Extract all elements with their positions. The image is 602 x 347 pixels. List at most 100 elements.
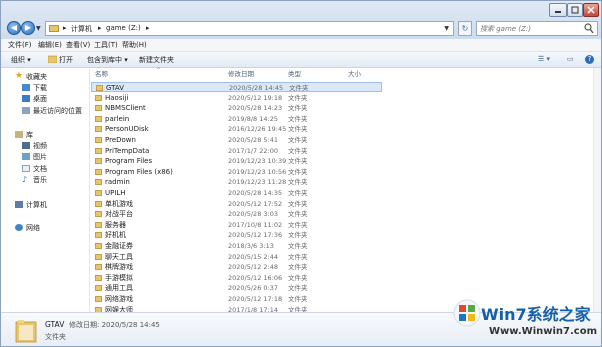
refresh-button[interactable]: ↻ [458, 21, 472, 36]
breadcrumb-computer[interactable]: 计算机 [71, 24, 92, 34]
refresh-icon: ↻ [461, 24, 469, 33]
column-header-size[interactable]: 大小 [348, 68, 361, 79]
file-row[interactable]: 单机游戏 2020/5/12 17:52 文件夹 [91, 199, 382, 209]
recent-places-icon [22, 107, 30, 114]
minimize-button[interactable] [549, 3, 567, 17]
file-date: 2019/12/23 10:56 [228, 167, 287, 176]
breadcrumb-separator[interactable]: ▸ [98, 24, 102, 32]
column-header-type[interactable]: 类型 [288, 68, 301, 79]
file-date: 2020/5/12 19:18 [228, 93, 283, 102]
file-row[interactable]: NBMSClient 2020/5/28 14:23 文件夹 [91, 103, 382, 113]
file-row[interactable]: 通用工具 2020/5/26 0:37 文件夹 [91, 283, 382, 293]
file-row[interactable]: PreDown 2020/5/28 5:41 文件夹 [91, 135, 382, 145]
star-icon: ★ [15, 71, 24, 81]
library-icon [15, 131, 23, 138]
file-row[interactable]: Program Files (x86) 2019/12/23 10:56 文件夹 [91, 167, 382, 177]
include-in-library-button[interactable]: 包含到库中 ▾ [87, 55, 128, 65]
file-row[interactable]: 好机机 2020/5/12 17:36 文件夹 [91, 230, 382, 240]
file-row[interactable]: 服务器 2017/10/8 11:02 文件夹 [91, 220, 382, 230]
file-type: 文件夹 [288, 210, 308, 219]
menu-view[interactable]: 查看(V) [66, 40, 90, 50]
file-name: 金融证券 [105, 242, 133, 250]
file-date: 2020/5/12 16:06 [228, 273, 283, 282]
folder-icon [95, 179, 102, 186]
file-row[interactable]: UPILH 2020/5/28 14:35 文件夹 [91, 188, 382, 198]
recent-pages-dropdown[interactable]: ▼ [36, 25, 41, 32]
explorer-window: ◀ ▶ ▼ ▸ 计算机 ▸ game (Z:) ▸ ▼ ↻ 文件(F) 编辑(E… [0, 0, 602, 347]
preview-pane-icon[interactable]: ▭ [567, 55, 574, 63]
file-date: 2020/5/28 14:23 [228, 104, 283, 113]
file-row[interactable]: 聊天工具 2020/5/15 2:44 文件夹 [91, 252, 382, 262]
file-name: UPILH [105, 189, 126, 197]
file-type: 文件夹 [288, 157, 308, 166]
file-date: 2019/12/23 10:39 [228, 157, 287, 166]
open-button[interactable]: 打开 [59, 55, 73, 65]
file-type: 文件夹 [288, 146, 308, 155]
forward-arrow-icon: ▶ [24, 23, 32, 32]
file-date: 2019/8/8 14:25 [228, 114, 278, 123]
menu-file[interactable]: 文件(F) [8, 40, 32, 50]
new-folder-button[interactable]: 新建文件夹 [139, 55, 174, 65]
file-type: 文件夹 [288, 231, 308, 240]
command-bar: 组织 ▾ 打开 包含到库中 ▾ 新建文件夹 ☰ ▾ ▭ ? [1, 52, 601, 68]
file-name: 单机游戏 [105, 199, 133, 208]
column-header-date[interactable]: 修改日期 [228, 68, 254, 79]
file-row[interactable]: GTAV 2020/5/28 14:45 文件夹 [91, 82, 382, 92]
file-row[interactable]: 手游模拟 2020/5/12 16:06 文件夹 [91, 273, 382, 283]
file-name: 好机机 [105, 231, 126, 240]
file-name: PriTempData [105, 146, 150, 155]
file-date: 2020/5/12 17:18 [228, 295, 283, 303]
back-button[interactable]: ◀ [7, 21, 21, 35]
breadcrumb-game-drive[interactable]: game (Z:) [106, 24, 141, 32]
search-box[interactable] [476, 21, 598, 36]
file-date: 2020/5/28 14:45 [229, 84, 284, 92]
folder-icon [95, 253, 102, 260]
file-row[interactable]: PersonUDisk 2016/12/26 19:45 文件夹 [91, 124, 382, 134]
file-type: 文件夹 [288, 295, 308, 303]
menu-help[interactable]: 帮助(H) [122, 40, 147, 50]
video-icon [22, 142, 30, 149]
details-type: 文件夹 [45, 333, 66, 341]
vertical-scrollbar[interactable] [593, 68, 601, 312]
file-date: 2020/5/28 3:03 [228, 210, 278, 219]
menu-edit[interactable]: 编辑(E) [38, 40, 62, 50]
file-name: NBMSClient [105, 104, 146, 113]
file-row[interactable]: 网络游戏 2020/5/12 17:18 文件夹 [91, 294, 382, 304]
sort-arrow-icon: ^ [156, 67, 162, 74]
change-view-icon[interactable]: ☰ ▾ [538, 55, 550, 63]
file-row[interactable]: Haosiji 2020/5/12 19:18 文件夹 [91, 93, 382, 103]
file-row[interactable]: 金融证券 2018/3/6 3:13 文件夹 [91, 241, 382, 251]
forward-button[interactable]: ▶ [21, 21, 35, 35]
navigation-pane: ★ 收藏夹 下载 桌面 最近访问的位置 库 视频 图片 文档 ♪ 音乐 计算机 … [1, 68, 90, 312]
file-row[interactable]: 对战平台 2020/5/28 3:03 文件夹 [91, 209, 382, 219]
selected-folder-icon [15, 320, 37, 343]
help-icon[interactable]: ? [585, 55, 594, 64]
column-header-name[interactable]: 名称 [95, 68, 108, 79]
file-date: 2019/12/23 11:28 [228, 178, 287, 187]
file-date: 2020/5/12 17:52 [228, 199, 283, 208]
file-date: 2016/12/26 19:45 [228, 125, 287, 134]
close-button[interactable] [583, 3, 599, 17]
breadcrumb-separator[interactable]: ▸ [146, 24, 150, 32]
organize-button[interactable]: 组织 ▾ [11, 55, 31, 65]
maximize-icon [571, 6, 579, 14]
folder-icon [95, 94, 102, 101]
address-dropdown-icon[interactable]: ▼ [444, 25, 449, 32]
file-type: 文件夹 [288, 263, 308, 272]
file-type: 文件夹 [288, 252, 308, 261]
file-row[interactable]: 棋牌游戏 2020/5/12 2:48 文件夹 [91, 262, 382, 272]
file-row[interactable]: PriTempData 2017/1/7 22:00 文件夹 [91, 146, 382, 156]
maximize-button[interactable] [567, 3, 583, 17]
file-list: 名称 ^ 修改日期 类型 大小 GTAV 2020/5/28 14:45 文件夹 Ha… [90, 67, 601, 314]
file-row[interactable]: radmin 2019/12/23 11:28 文件夹 [91, 177, 382, 187]
folder-icon [95, 221, 102, 228]
search-input[interactable] [480, 23, 580, 34]
file-row[interactable]: parlein 2019/8/8 14:25 文件夹 [91, 114, 382, 124]
breadcrumb-separator[interactable]: ▸ [63, 24, 67, 32]
file-row[interactable]: Program Files 2019/12/23 10:39 文件夹 [91, 156, 382, 166]
file-type: 文件夹 [288, 284, 308, 293]
menu-tools[interactable]: 工具(T) [94, 40, 118, 50]
back-arrow-icon: ◀ [10, 23, 18, 32]
file-date: 2018/3/6 3:13 [228, 242, 274, 250]
address-box[interactable]: ▸ 计算机 ▸ game (Z:) ▸ ▼ [45, 21, 454, 36]
